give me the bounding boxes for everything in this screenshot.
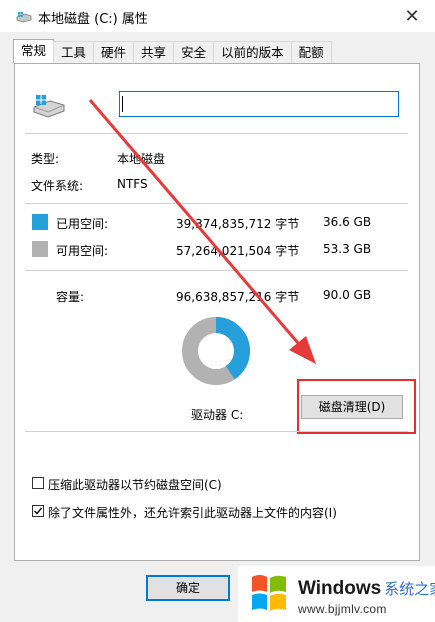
type-value: 本地磁盘 bbox=[117, 152, 166, 166]
filesystem-value: NTFS bbox=[117, 177, 148, 191]
capacity-gb: 90.0 GB bbox=[323, 288, 372, 302]
drive-name-input[interactable] bbox=[119, 91, 399, 117]
tab-sharing[interactable]: 共享 bbox=[133, 41, 175, 63]
usage-donut-chart bbox=[182, 317, 250, 385]
tab-tools[interactable]: 工具 bbox=[53, 41, 95, 63]
watermark-url: www.bjjmlv.com bbox=[298, 602, 387, 616]
used-space-gb: 36.6 GB bbox=[323, 215, 372, 229]
highlight-box bbox=[297, 379, 416, 434]
used-space-swatch bbox=[32, 214, 48, 230]
close-button[interactable]: ✕ bbox=[389, 0, 435, 32]
window-title: 本地磁盘 (C:) 属性 bbox=[38, 12, 148, 27]
drive-letter-label: 驱动器 C: bbox=[191, 408, 244, 422]
free-space-bytes: 57,264,021,504 字节 bbox=[176, 244, 300, 258]
watermark: Windows系统之家 www.bjjmlv.com bbox=[238, 566, 435, 622]
divider bbox=[25, 203, 408, 204]
properties-window: 本地磁盘 (C:) 属性 ✕ 常规 工具 硬件 共享 安全 以前的版本 配额 类… bbox=[0, 0, 435, 622]
free-space-label: 可用空间: bbox=[56, 244, 109, 258]
tab-general[interactable]: 常规 bbox=[13, 39, 55, 63]
used-space-bytes: 39,374,835,712 字节 bbox=[176, 217, 300, 231]
text-caret bbox=[122, 96, 123, 112]
divider bbox=[25, 133, 408, 134]
capacity-label: 容量: bbox=[56, 290, 85, 304]
drive-icon bbox=[16, 12, 32, 23]
divider bbox=[25, 431, 408, 432]
tab-previous-versions[interactable]: 以前的版本 bbox=[213, 41, 292, 63]
filesystem-label: 文件系统: bbox=[31, 179, 84, 193]
tab-quota[interactable]: 配额 bbox=[290, 41, 332, 63]
title-bar: 本地磁盘 (C:) 属性 ✕ bbox=[0, 0, 435, 32]
watermark-brand: Windows系统之家 bbox=[298, 578, 435, 599]
index-checkbox[interactable] bbox=[32, 505, 44, 517]
ok-button[interactable]: 确定 bbox=[146, 575, 230, 601]
used-space-label: 已用空间: bbox=[56, 217, 109, 231]
tab-strip: 常规 工具 硬件 共享 安全 以前的版本 配额 bbox=[13, 39, 332, 63]
tab-hardware[interactable]: 硬件 bbox=[93, 41, 135, 63]
compress-checkbox[interactable] bbox=[32, 477, 44, 489]
index-label: 除了文件属性外，还允许索引此驱动器上文件的内容(I) bbox=[48, 506, 337, 520]
compress-label: 压缩此驱动器以节约磁盘空间(C) bbox=[48, 478, 222, 492]
free-space-swatch bbox=[32, 241, 48, 257]
divider bbox=[25, 270, 408, 271]
drive-large-icon bbox=[33, 95, 65, 118]
checkmark-icon bbox=[34, 507, 43, 515]
windows-logo-icon bbox=[252, 575, 286, 611]
tab-security[interactable]: 安全 bbox=[173, 41, 215, 63]
close-icon: ✕ bbox=[404, 5, 420, 27]
general-panel: 类型: 本地磁盘 文件系统: NTFS 已用空间: 39,374,835,712… bbox=[14, 63, 420, 561]
free-space-gb: 53.3 GB bbox=[323, 242, 372, 256]
type-label: 类型: bbox=[31, 152, 60, 166]
capacity-bytes: 96,638,857,216 字节 bbox=[176, 290, 300, 304]
